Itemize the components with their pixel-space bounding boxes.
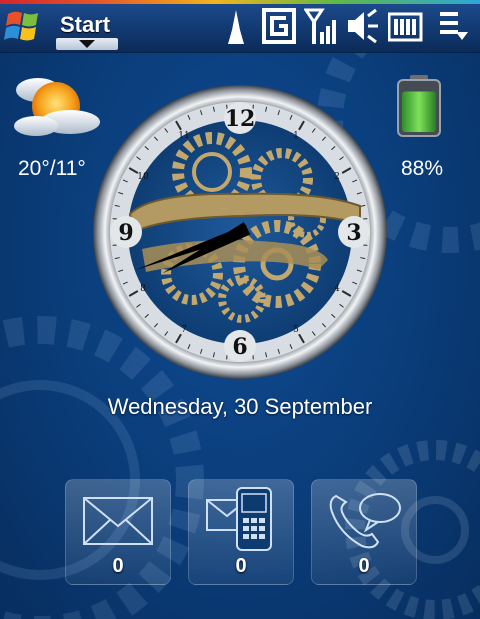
battery-icon[interactable] [396, 74, 442, 138]
sms-count: 0 [235, 555, 247, 577]
email-tile[interactable]: 0 [65, 479, 171, 585]
start-dropdown-arrow[interactable] [56, 38, 118, 50]
small-numeral: 11 [178, 131, 189, 141]
numeral-9: 9 [118, 220, 133, 246]
small-numeral: 10 [137, 172, 149, 182]
envelope-icon [83, 497, 153, 545]
small-numeral: 7 [181, 325, 187, 335]
numeral-6: 6 [232, 334, 247, 360]
title-bar: Start [0, 0, 480, 53]
small-numeral: 4 [334, 284, 340, 294]
battery-status-icon[interactable] [388, 8, 424, 44]
partly-sunny-icon[interactable] [12, 68, 102, 140]
numeral-3: 3 [346, 220, 361, 246]
small-numeral: 2 [334, 172, 340, 182]
temperature-label: 20°/11° [18, 157, 86, 180]
today-screen: Start 20°/11° 88% 12 3 6 9 1 2 4 5 7 8 1… [0, 0, 480, 619]
windows-logo-icon [4, 11, 38, 41]
sms-tile[interactable]: 0 [188, 479, 294, 585]
email-count: 0 [112, 555, 124, 577]
missed-call-icon [329, 493, 401, 549]
numeral-12: 12 [225, 106, 256, 132]
signal-icon[interactable] [304, 8, 336, 44]
accent-strip [0, 0, 480, 4]
volume-icon[interactable] [346, 8, 380, 44]
small-numeral: 1 [293, 131, 299, 141]
sound-icon[interactable] [226, 8, 246, 44]
phone-message-icon [206, 487, 272, 551]
battery-level-fill [402, 91, 436, 132]
missed-calls-count: 0 [358, 555, 370, 577]
menu-icon[interactable] [438, 8, 470, 44]
start-label[interactable]: Start [60, 12, 110, 38]
small-numeral: 5 [293, 325, 299, 335]
gprs-icon[interactable] [262, 8, 296, 44]
missed-calls-tile[interactable]: 0 [311, 479, 417, 585]
small-numeral: 8 [140, 284, 146, 294]
analog-clock[interactable]: 12 3 6 9 1245781011 [92, 84, 388, 380]
date-label: Wednesday, 30 September [107, 394, 373, 419]
clock-center-pin [234, 226, 246, 238]
start-button[interactable] [0, 4, 52, 52]
battery-percent-label: 88% [401, 157, 444, 180]
